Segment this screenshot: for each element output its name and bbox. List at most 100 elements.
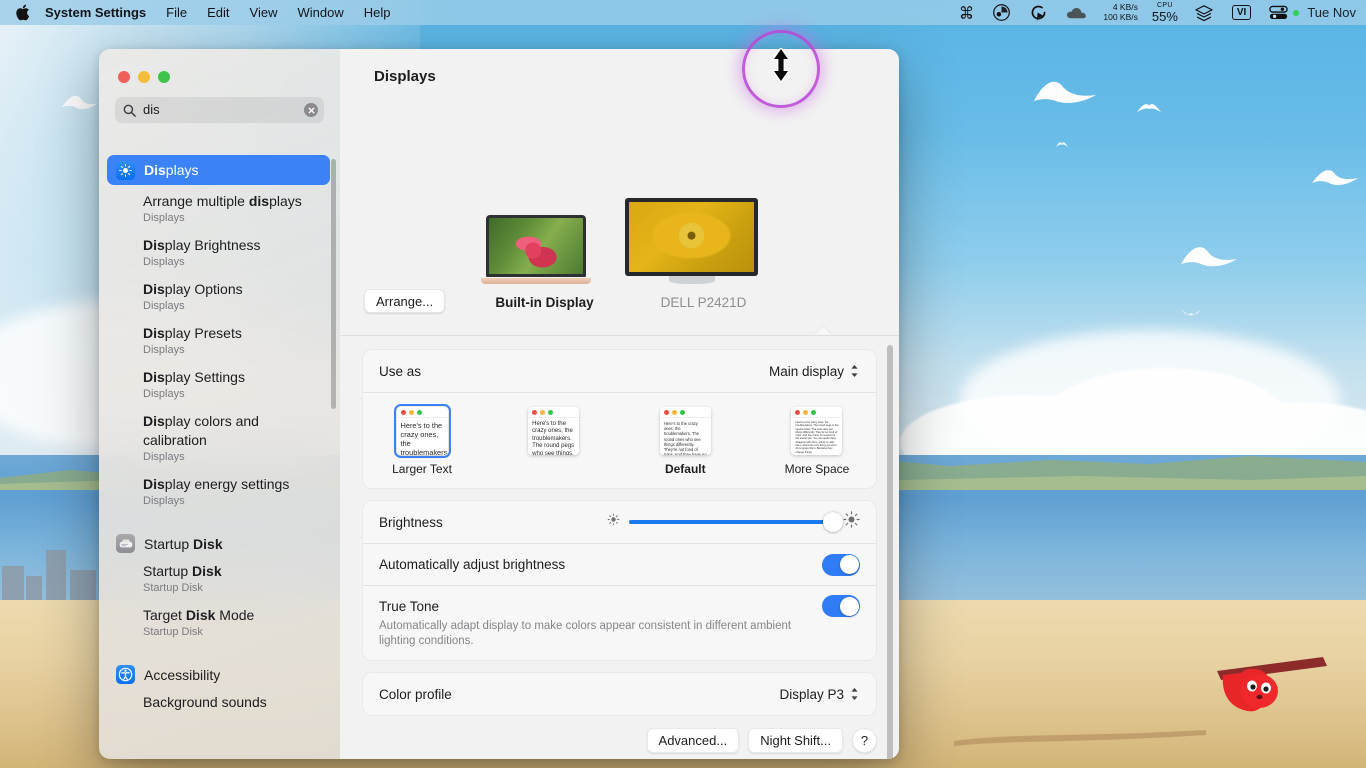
color-profile-value: Display P3 xyxy=(779,686,844,702)
search-input-value: dis xyxy=(143,102,160,117)
zoom-button[interactable] xyxy=(158,71,170,83)
seagull-icon xyxy=(1034,81,1096,103)
list-item[interactable]: Display Options Displays xyxy=(107,275,330,319)
result-title: Arrange multiple displays xyxy=(143,193,302,209)
night-shift-button[interactable]: Night Shift... xyxy=(748,728,843,753)
laptop-base xyxy=(481,278,591,284)
main-scrollbar[interactable] xyxy=(887,345,893,759)
display-builtin[interactable] xyxy=(481,215,591,284)
preset-more-space[interactable]: Here's to the crazy ones, the troublemak… xyxy=(782,407,852,476)
command-key-status[interactable] xyxy=(950,0,983,25)
result-category: Displays xyxy=(143,495,185,507)
laptop-wallpaper xyxy=(489,218,583,274)
chevron-up-down-icon xyxy=(849,686,860,702)
thumb-titlebar xyxy=(791,407,843,418)
brightness-row: Brightness xyxy=(363,501,876,543)
auto-brightness-row[interactable]: Automatically adjust brightness xyxy=(363,543,876,585)
true-tone-toggle-wrap xyxy=(822,595,860,617)
clear-field-icon[interactable] xyxy=(304,103,318,117)
thumb-sample-text: Here's to the crazy ones, the troublemak… xyxy=(795,421,839,454)
color-profile-popup[interactable]: Display P3 xyxy=(779,686,860,702)
auto-brightness-toggle-wrap xyxy=(822,553,860,576)
brightness-knob[interactable] xyxy=(823,512,843,532)
control-center-status[interactable] xyxy=(1260,0,1297,25)
sidebar-item-startup-disk[interactable]: Startup Disk xyxy=(107,528,330,557)
brightness-label: Brightness xyxy=(379,514,443,530)
list-item[interactable]: Arrange multiple displays Displays xyxy=(107,187,330,231)
preset-caption: Larger Text xyxy=(392,462,452,476)
result-category: Displays xyxy=(143,451,185,463)
thumb-dot-green xyxy=(811,409,817,415)
list-item[interactable]: Display Brightness Displays xyxy=(107,231,330,275)
display-rotation-status[interactable] xyxy=(983,0,1020,25)
screen-recording-status[interactable] xyxy=(1020,0,1057,25)
arrange-button[interactable]: Arrange... xyxy=(364,289,446,313)
sidebar-item-accessibility[interactable]: Accessibility xyxy=(107,659,330,688)
sidebar-results-list[interactable]: Displays Arrange multiple displays Displ… xyxy=(99,147,340,759)
seagull-icon xyxy=(1056,142,1068,147)
list-item[interactable]: Display energy settings Displays xyxy=(107,470,330,514)
preset-thumbnail: Here's to the crazy ones, the troublemak… xyxy=(393,404,451,458)
true-tone-label: True Tone xyxy=(379,598,440,614)
network-speed-indicator[interactable]: 4 KB/s 100 KB/s xyxy=(1096,2,1145,22)
sidebar-divider-space xyxy=(107,645,330,659)
list-item[interactable]: Display colors and calibration Displays xyxy=(107,407,330,470)
result-title: Startup Disk xyxy=(143,563,222,579)
menu-app-title[interactable]: System Settings xyxy=(43,0,156,25)
auto-brightness-toggle[interactable] xyxy=(822,553,860,576)
seagull-icon xyxy=(62,95,98,110)
system-settings-window: dis Displays Arrange multiple displays D… xyxy=(99,49,899,759)
preset-unlabeled[interactable]: Here's to the crazy ones, the troublemak… xyxy=(519,407,589,462)
list-item[interactable]: Startup Disk Startup Disk xyxy=(107,557,330,601)
vertical-resize-cursor xyxy=(772,48,790,83)
use-as-value: Main display xyxy=(768,363,844,379)
result-category: Startup Disk xyxy=(143,582,203,594)
search-input[interactable]: dis xyxy=(115,97,324,123)
sidebar-divider-space xyxy=(107,514,330,528)
list-item[interactable]: Background sounds xyxy=(107,688,330,717)
sidebar-item-displays-label: Displays xyxy=(144,162,199,178)
color-profile-row[interactable]: Color profile Display P3 xyxy=(363,673,876,715)
settings-scroll-area[interactable]: Use as Main display Here's to the crazy … xyxy=(340,336,899,759)
menu-help[interactable]: Help xyxy=(354,0,401,25)
apple-menu-button[interactable] xyxy=(0,4,43,21)
screen-recording-icon xyxy=(1032,5,1046,22)
menubar-clock[interactable]: Tue Nov xyxy=(1303,5,1362,20)
cloud-status[interactable] xyxy=(1057,0,1096,25)
menu-edit[interactable]: Edit xyxy=(197,0,239,25)
brightness-high-icon xyxy=(843,511,860,533)
result-title: Display energy settings xyxy=(143,476,290,492)
brightness-slider[interactable] xyxy=(607,511,860,533)
sidebar-item-displays[interactable]: Displays xyxy=(107,155,330,185)
thumb-dot-green xyxy=(416,409,422,415)
help-button[interactable]: ? xyxy=(852,728,877,753)
thumb-dot-red xyxy=(400,409,406,415)
action-buttons: Advanced... Night Shift... ? xyxy=(646,728,877,753)
close-button[interactable] xyxy=(118,71,130,83)
minimize-button[interactable] xyxy=(138,71,150,83)
preset-larger-text[interactable]: Here's to the crazy ones, the troublemak… xyxy=(387,404,457,476)
true-tone-description: Automatically adapt display to make colo… xyxy=(379,620,792,647)
brightness-sun-icon xyxy=(116,160,135,180)
thumb-dot-green xyxy=(548,409,554,415)
menu-file[interactable]: File xyxy=(156,0,197,25)
layers-status[interactable] xyxy=(1185,0,1223,25)
advanced-button[interactable]: Advanced... xyxy=(646,728,740,753)
display-external[interactable] xyxy=(625,198,758,284)
list-item[interactable]: Display Settings Displays xyxy=(107,363,330,407)
menu-window[interactable]: Window xyxy=(287,0,353,25)
preset-default[interactable]: Here's to the crazy ones, the troublemak… xyxy=(650,407,720,476)
true-tone-toggle[interactable] xyxy=(822,595,860,617)
use-as-row[interactable]: Use as Main display xyxy=(363,350,876,392)
sidebar-scrollbar[interactable] xyxy=(331,159,336,409)
true-tone-row[interactable]: True Tone Automatically adapt display to… xyxy=(363,585,876,660)
menu-view[interactable]: View xyxy=(240,0,288,25)
list-item[interactable]: Display Presets Displays xyxy=(107,319,330,363)
thumb-dot-yellow xyxy=(408,409,414,415)
result-title: Display Presets xyxy=(143,325,242,341)
list-item[interactable]: Target Disk Mode Startup Disk xyxy=(107,601,330,645)
brightness-track[interactable] xyxy=(629,512,843,532)
cpu-indicator[interactable]: CPU 55% xyxy=(1145,2,1185,23)
use-as-popup[interactable]: Main display xyxy=(769,363,860,379)
vim-mode-status[interactable]: VI xyxy=(1223,0,1260,25)
